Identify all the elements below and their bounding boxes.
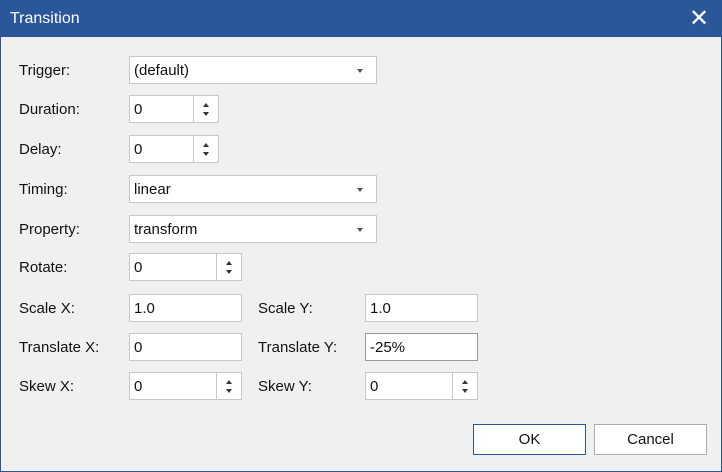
- rotate-label: Rotate:: [19, 259, 68, 276]
- scale-y-input[interactable]: 1.0: [365, 294, 478, 322]
- arrow-up-icon[interactable]: [462, 380, 468, 384]
- title-bar: Transition ✕: [1, 1, 721, 37]
- skew-x-label: Skew X:: [19, 378, 75, 395]
- rotate-stepper[interactable]: 0: [129, 253, 242, 281]
- arrow-down-icon[interactable]: [462, 389, 468, 393]
- scale-x-input[interactable]: 1.0: [129, 294, 242, 322]
- scale-y-value: 1.0: [370, 300, 391, 317]
- trigger-value: (default): [134, 62, 190, 79]
- property-dropdown[interactable]: transform: [129, 215, 377, 243]
- arrow-up-icon[interactable]: [203, 103, 209, 107]
- timing-value: linear: [134, 181, 171, 198]
- dialog-title: Transition: [10, 10, 80, 27]
- trigger-dropdown[interactable]: (default): [129, 56, 377, 84]
- duration-value: 0: [134, 101, 143, 118]
- close-icon[interactable]: ✕: [677, 1, 721, 37]
- scale-y-label: Scale Y:: [258, 300, 313, 317]
- translate-x-label: Translate X:: [19, 339, 100, 356]
- property-value: transform: [134, 221, 198, 238]
- duration-label: Duration:: [19, 101, 80, 118]
- arrow-down-icon[interactable]: [203, 112, 209, 116]
- skew-y-value: 0: [370, 378, 379, 395]
- duration-stepper[interactable]: 0: [129, 95, 219, 123]
- translate-x-value: 0: [134, 339, 143, 356]
- property-label: Property:: [19, 221, 80, 238]
- delay-stepper[interactable]: 0: [129, 135, 219, 163]
- skew-y-label: Skew Y:: [258, 378, 312, 395]
- rotate-value: 0: [134, 259, 143, 276]
- skew-y-spin-buttons[interactable]: [452, 372, 478, 400]
- skew-y-stepper[interactable]: 0: [365, 372, 478, 400]
- trigger-label: Trigger:: [19, 62, 71, 79]
- translate-y-value: -25%: [370, 339, 406, 356]
- timing-label: Timing:: [19, 181, 68, 198]
- translate-y-input[interactable]: -25%: [365, 333, 478, 361]
- delay-spin-buttons[interactable]: [193, 135, 219, 163]
- delay-value: 0: [134, 141, 143, 158]
- arrow-down-icon[interactable]: [226, 389, 232, 393]
- arrow-up-icon[interactable]: [226, 261, 232, 265]
- translate-y-label: Translate Y:: [258, 339, 338, 356]
- rotate-spin-buttons[interactable]: [216, 253, 242, 281]
- arrow-up-icon[interactable]: [203, 143, 209, 147]
- transition-dialog: Transition ✕ Trigger: (default) Duration…: [0, 0, 722, 472]
- timing-dropdown[interactable]: linear: [129, 175, 377, 203]
- chevron-down-icon: [357, 188, 363, 192]
- arrow-down-icon[interactable]: [226, 270, 232, 274]
- delay-label: Delay:: [19, 141, 62, 158]
- arrow-up-icon[interactable]: [226, 380, 232, 384]
- chevron-down-icon: [357, 228, 363, 232]
- chevron-down-icon: [357, 69, 363, 73]
- skew-x-spin-buttons[interactable]: [216, 372, 242, 400]
- scale-x-value: 1.0: [134, 300, 155, 317]
- arrow-down-icon[interactable]: [203, 152, 209, 156]
- cancel-button[interactable]: Cancel: [594, 424, 707, 455]
- ok-button[interactable]: OK: [473, 424, 586, 455]
- skew-x-value: 0: [134, 378, 143, 395]
- translate-x-input[interactable]: 0: [129, 333, 242, 361]
- skew-x-stepper[interactable]: 0: [129, 372, 242, 400]
- scale-x-label: Scale X:: [19, 300, 75, 317]
- duration-spin-buttons[interactable]: [193, 95, 219, 123]
